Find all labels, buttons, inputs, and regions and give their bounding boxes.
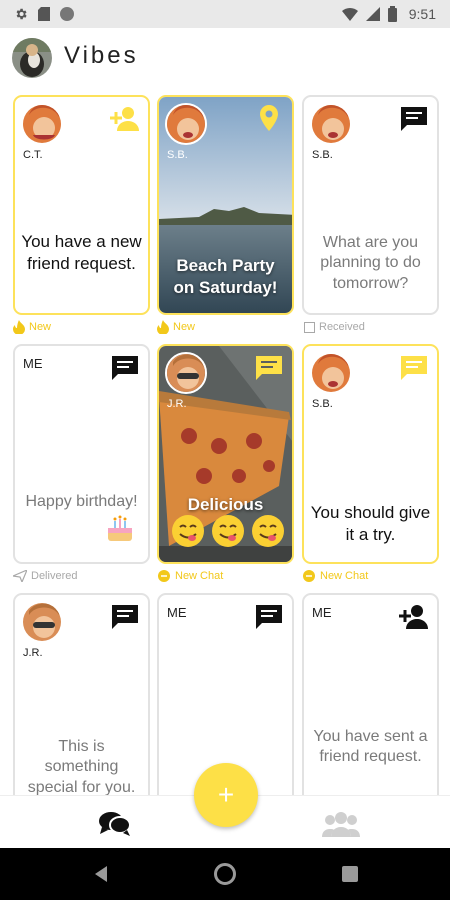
friends-tab[interactable] [322,811,360,837]
vibe-card[interactable]: J.R. Delicious [157,344,294,564]
received-icon [304,321,315,333]
status-label: New [173,321,196,333]
message-status: New Chat [302,567,368,585]
message-text: Delicious [187,495,264,514]
message-status: New Chat [157,567,223,585]
vibe-card[interactable]: S.B. You should give it a try. [302,344,439,564]
chat-icon [399,105,429,133]
message-status: New [13,318,51,336]
status-time: 9:51 [408,6,436,22]
vibe-card[interactable]: ME You have sent a friend request. [302,593,439,813]
status-bar: 9:51 [0,0,450,28]
add-friend-icon [110,105,140,133]
sd-card-icon [38,7,50,21]
message-text: Happy birthday! [25,493,138,510]
profile-avatar[interactable] [12,38,52,78]
new-vibe-button[interactable]: + [194,763,258,827]
message-text: This is something special for you. [27,738,136,796]
home-button[interactable] [214,863,236,885]
avatar [310,352,352,394]
yum-emoji-icon [212,515,244,547]
message-text: You have a new friend request. [21,232,142,273]
app-title: Vibes [64,42,139,69]
sender-initials: S.B. [312,398,333,410]
signal-icon [365,7,380,21]
flame-icon [13,320,25,334]
message-text: You should give it a try. [310,503,431,544]
status-label: New Chat [175,570,224,582]
sender-initials: J.R. [23,647,43,659]
vibe-card[interactable]: C.T. You have a new friend request. [13,95,150,315]
vibe-card[interactable]: S.B. Beach Party on Saturday! [157,95,294,315]
chats-icon [99,812,131,836]
vibe-card[interactable]: S.B. What are you planning to do tomorro… [302,95,439,315]
avatar [165,352,207,394]
message-text: You have sent a friend request. [313,728,428,766]
system-nav-bar [0,848,450,900]
chat-icon [399,354,429,382]
message-status: New [157,318,195,336]
sender-initials: J.R. [167,398,187,410]
settings-icon [16,8,27,20]
sender-initials: ME [23,356,43,371]
back-button[interactable] [92,864,112,884]
circle-icon [60,7,74,21]
avatar [310,103,352,145]
chat-bubble-icon [303,569,315,582]
chat-icon [110,354,140,382]
sender-initials: C.T. [23,149,43,161]
status-label: Received [319,321,365,333]
plus-icon: + [217,779,235,810]
chat-icon [254,354,284,382]
send-icon [13,570,27,582]
recents-button[interactable] [342,866,358,882]
avatar [165,103,207,145]
emoji-row [171,514,285,548]
chat-icon [254,603,284,631]
cake-icon [105,514,135,549]
app-header: Vibes [0,28,450,90]
location-pin-icon [254,105,284,133]
message-text: What are you planning to do tomorrow? [320,234,421,292]
chat-bubble-icon [158,569,170,582]
message-status: Delivered [13,567,77,585]
vibes-grid: C.T. You have a new friend request. New … [0,93,450,813]
chat-icon [110,603,140,631]
add-friend-icon [399,603,429,631]
sender-initials: ME [167,605,187,620]
sender-initials: ME [312,605,332,620]
avatar [21,103,63,145]
status-label: Delivered [31,570,78,582]
chats-tab[interactable] [98,811,132,837]
wifi-icon [341,8,358,21]
status-label: New [29,321,52,333]
battery-icon [387,6,397,22]
yum-emoji-icon [252,515,284,547]
sender-initials: S.B. [167,149,188,161]
vibe-card[interactable]: J.R. This is something special for you. [13,593,150,813]
flame-icon [157,320,169,334]
status-label: New Chat [320,570,369,582]
yum-emoji-icon [172,515,204,547]
message-text: Beach Party on Saturday! [173,256,278,297]
friends-icon [322,812,360,837]
back-icon [95,866,107,882]
vibe-card[interactable]: ME Happy birthday! [13,344,150,564]
avatar [21,601,63,643]
message-status: Received [304,318,365,336]
sender-initials: S.B. [312,149,333,161]
